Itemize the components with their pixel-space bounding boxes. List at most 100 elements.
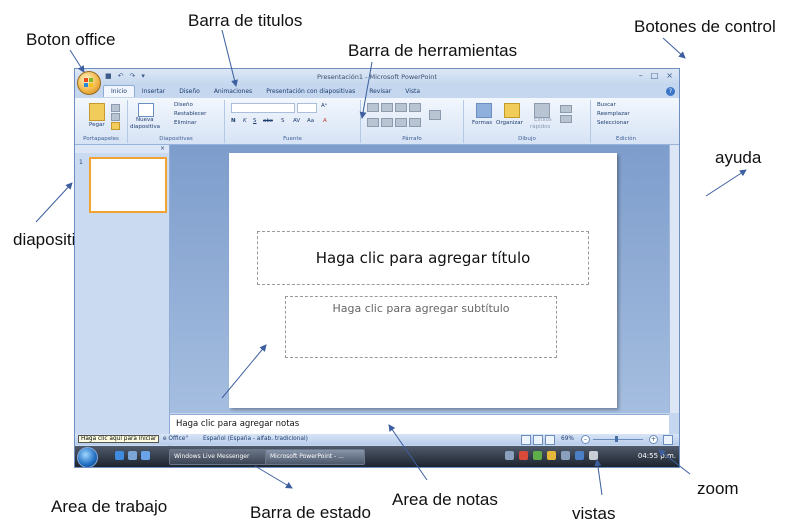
tab-revisar[interactable]: Revisar: [362, 86, 398, 97]
taskbar-powerpoint[interactable]: Microsoft PowerPoint - ...: [265, 449, 365, 465]
layout-button[interactable]: Diseño: [174, 102, 193, 108]
redo-icon[interactable]: ↷: [130, 72, 136, 80]
arrange-button[interactable]: Organizar: [496, 120, 523, 126]
tab-animaciones[interactable]: Animaciones: [207, 86, 259, 97]
shape-fill-icon[interactable]: [560, 105, 572, 113]
normal-view-icon[interactable]: [521, 435, 531, 445]
align-left-icon[interactable]: [367, 118, 379, 127]
zoom-slider-handle[interactable]: [615, 436, 618, 442]
replace-button[interactable]: Reemplazar: [597, 111, 630, 117]
new-slide-icon[interactable]: [138, 103, 154, 117]
save-icon[interactable]: ■: [105, 72, 112, 80]
quick-styles-label-1[interactable]: Estilos: [534, 117, 552, 123]
columns-icon[interactable]: [429, 110, 441, 120]
group-paragraph: Párrafo: [361, 100, 464, 143]
sorter-view-icon[interactable]: [533, 435, 543, 445]
reset-button[interactable]: Restablecer: [174, 111, 206, 117]
font-name-field[interactable]: [231, 103, 295, 113]
minimize-icon[interactable]: –: [639, 71, 643, 80]
spacing-icon[interactable]: AV: [293, 118, 300, 124]
format-painter-icon[interactable]: [111, 122, 120, 130]
numbering-icon[interactable]: [381, 103, 393, 112]
strike-icon[interactable]: abc: [263, 118, 273, 124]
tray-icon-3[interactable]: [533, 451, 542, 460]
slide-canvas[interactable]: Haga clic para agregar título Haga clic …: [229, 153, 617, 408]
italic-icon[interactable]: K: [243, 118, 247, 124]
show-desktop-icon[interactable]: [128, 451, 137, 460]
group-label-paragraph: Párrafo: [402, 136, 422, 142]
justify-icon[interactable]: [409, 118, 421, 127]
copy-icon[interactable]: [111, 113, 120, 121]
office-logo-icon: [84, 78, 94, 88]
tab-presentacion[interactable]: Presentación con diapositivas: [259, 86, 362, 97]
clock[interactable]: 04:55 p.m.: [638, 452, 676, 460]
paste-icon[interactable]: [89, 103, 105, 121]
vertical-scrollbar[interactable]: [669, 145, 679, 413]
volume-icon[interactable]: [589, 451, 598, 460]
tab-insertar[interactable]: Insertar: [135, 86, 172, 97]
fit-window-icon[interactable]: [663, 435, 673, 445]
ribbon-tabs: Inicio Insertar Diseño Animaciones Presentac…: [103, 85, 427, 97]
slideshow-view-icon[interactable]: [545, 435, 555, 445]
zoom-level[interactable]: 69%: [561, 436, 574, 442]
help-icon[interactable]: ?: [666, 87, 675, 96]
font-size-field[interactable]: [297, 103, 317, 113]
notes-area[interactable]: Haga clic para agregar notas: [170, 414, 669, 434]
messenger-label: Windows Live Messenger: [174, 453, 250, 460]
subtitle-placeholder[interactable]: Haga clic para agregar subtítulo: [285, 296, 557, 358]
tray-icon-1[interactable]: [505, 451, 514, 460]
arrange-icon[interactable]: [504, 103, 520, 118]
new-slide-label-2[interactable]: diapositiva: [130, 124, 160, 130]
cut-icon[interactable]: [111, 104, 120, 112]
label-botones-control: Botones de control: [634, 17, 776, 36]
new-slide-label-1[interactable]: Nueva: [136, 117, 154, 123]
title-placeholder[interactable]: Haga clic para agregar título: [257, 231, 589, 285]
quick-styles-label-2[interactable]: rápidos: [530, 124, 550, 130]
zoom-in-icon[interactable]: +: [649, 435, 658, 444]
delete-button[interactable]: Eliminar: [174, 120, 197, 126]
tray-icon-5[interactable]: [561, 451, 570, 460]
slide-thumbnail[interactable]: [89, 157, 167, 213]
taskbar-messenger[interactable]: Windows Live Messenger: [169, 449, 267, 465]
undo-icon[interactable]: ↶: [118, 72, 124, 80]
font-color-icon[interactable]: A: [323, 118, 327, 124]
media-icon[interactable]: [141, 451, 150, 460]
arrow-barra-estado: [254, 465, 293, 489]
zoom-out-icon[interactable]: –: [581, 435, 590, 444]
shapes-icon[interactable]: [476, 103, 492, 118]
label-vistas: vistas: [572, 504, 616, 523]
grow-font-icon[interactable]: Aᵃ: [321, 103, 327, 109]
tab-diseno[interactable]: Diseño: [172, 86, 207, 97]
office-button[interactable]: [77, 71, 101, 95]
arrow-botones-control: [662, 37, 686, 59]
shapes-button[interactable]: Formas: [472, 120, 492, 126]
window-title: Presentación1 - Microsoft PowerPoint: [317, 73, 437, 81]
arrow-ayuda: [705, 169, 747, 197]
tab-vista[interactable]: Vista: [398, 86, 427, 97]
shape-outline-icon[interactable]: [560, 115, 572, 123]
panel-close-icon[interactable]: ×: [160, 145, 165, 152]
align-center-icon[interactable]: [381, 118, 393, 127]
quick-styles-icon[interactable]: [534, 103, 550, 118]
ie-icon[interactable]: [115, 451, 124, 460]
start-button[interactable]: [77, 447, 98, 467]
maximize-icon[interactable]: □: [651, 71, 659, 80]
bold-icon[interactable]: N: [231, 118, 236, 124]
paste-button[interactable]: Pegar: [89, 122, 105, 128]
select-button[interactable]: Seleccionar: [597, 120, 629, 126]
tab-inicio[interactable]: Inicio: [103, 85, 135, 97]
shadow-icon[interactable]: S: [281, 118, 285, 124]
close-icon[interactable]: ×: [666, 71, 673, 80]
network-icon[interactable]: [575, 451, 584, 460]
indent-icon[interactable]: [395, 103, 407, 112]
tray-icon-4[interactable]: [547, 451, 556, 460]
case-icon[interactable]: Aa: [307, 118, 314, 124]
find-button[interactable]: Buscar: [597, 102, 616, 108]
align-right-icon[interactable]: [395, 118, 407, 127]
bullets-icon[interactable]: [367, 103, 379, 112]
tray-icon-2[interactable]: [519, 451, 528, 460]
customize-icon[interactable]: ▾: [141, 72, 145, 80]
line-spacing-icon[interactable]: [409, 103, 421, 112]
underline-icon[interactable]: S: [253, 118, 257, 124]
zoom-slider[interactable]: [593, 439, 643, 440]
